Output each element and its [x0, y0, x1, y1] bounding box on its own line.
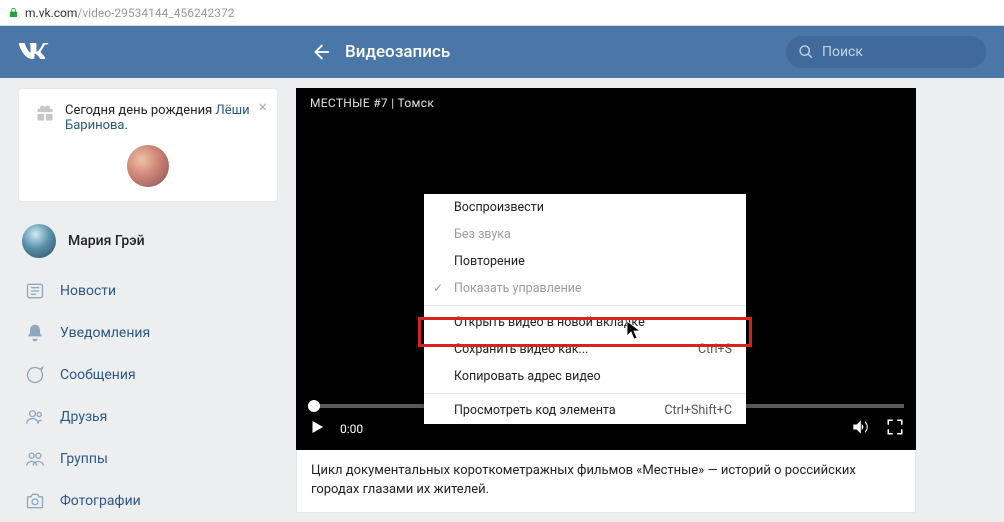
url-domain: m.vk.com: [25, 6, 77, 20]
avatar: [22, 224, 56, 258]
video-title: МЕСТНЫЕ #7 | Томск: [296, 88, 916, 118]
url-path: /video-29534144_456242372: [77, 6, 234, 20]
sidebar: × Сегодня день рождения Лёши Баринова. М…: [18, 88, 278, 522]
ctx-inspect[interactable]: Просмотреть код элементаCtrl+Shift+C: [424, 397, 746, 424]
nav-messages[interactable]: Сообщения: [18, 354, 278, 396]
profile-row[interactable]: Мария Грэй: [18, 218, 278, 270]
profile-name: Мария Грэй: [68, 233, 145, 249]
volume-button[interactable]: [850, 417, 870, 441]
ctx-save-as[interactable]: Сохранить видео как...Ctrl+S: [424, 336, 746, 363]
ctx-play[interactable]: Воспроизвести: [424, 194, 746, 221]
birthday-card: × Сегодня день рождения Лёши Баринова.: [18, 88, 278, 202]
ctx-copy-url[interactable]: Копировать адрес видео: [424, 363, 746, 390]
camera-icon: [24, 490, 46, 512]
nav-news[interactable]: Новости: [18, 270, 278, 312]
ctx-loop[interactable]: Повторение: [424, 248, 746, 275]
video-description: Цикл документальных короткометражных фил…: [296, 450, 916, 513]
context-menu: Воспроизвести Без звука Повторение ✓Пока…: [424, 194, 746, 424]
nav-groups[interactable]: Группы: [18, 438, 278, 480]
vk-logo[interactable]: [18, 43, 58, 61]
ctx-separator: [424, 393, 746, 394]
birthday-text: Сегодня день рождения: [65, 103, 212, 118]
bell-icon: [24, 322, 46, 344]
ctx-separator: [424, 305, 746, 306]
check-icon: ✓: [433, 281, 443, 295]
ctx-show-controls: ✓Показать управление: [424, 275, 746, 302]
nav-notifications[interactable]: Уведомления: [18, 312, 278, 354]
ctx-mute: Без звука: [424, 221, 746, 248]
search-placeholder: Поиск: [822, 44, 863, 60]
play-button[interactable]: [308, 418, 326, 440]
fullscreen-button[interactable]: [886, 418, 904, 440]
video-time: 0:00: [340, 422, 363, 436]
nav-friends[interactable]: Друзья: [18, 396, 278, 438]
groups-icon: [24, 448, 46, 470]
page-title: Видеозапись: [337, 42, 450, 62]
content: МЕСТНЫЕ #7 | Томск 0:00 Воспроизвести Бе…: [296, 88, 916, 522]
video-player[interactable]: МЕСТНЫЕ #7 | Томск 0:00 Воспроизвести Бе…: [296, 88, 916, 450]
close-icon[interactable]: ×: [258, 97, 267, 116]
birthday-avatar[interactable]: [127, 145, 169, 187]
gift-icon: [35, 103, 55, 127]
news-icon: [24, 280, 46, 302]
address-bar[interactable]: m.vk.com /video-29534144_456242372: [0, 0, 1004, 26]
lock-icon: [6, 6, 20, 20]
back-button[interactable]: [303, 35, 337, 69]
message-icon: [24, 364, 46, 386]
friends-icon: [24, 406, 46, 428]
search-box[interactable]: Поиск: [786, 36, 986, 68]
ctx-open-new-tab[interactable]: Открыть видео в новой вкладке: [424, 309, 746, 336]
mouse-cursor-icon: [626, 320, 642, 340]
app-header: Видеозапись Поиск: [0, 26, 1004, 78]
